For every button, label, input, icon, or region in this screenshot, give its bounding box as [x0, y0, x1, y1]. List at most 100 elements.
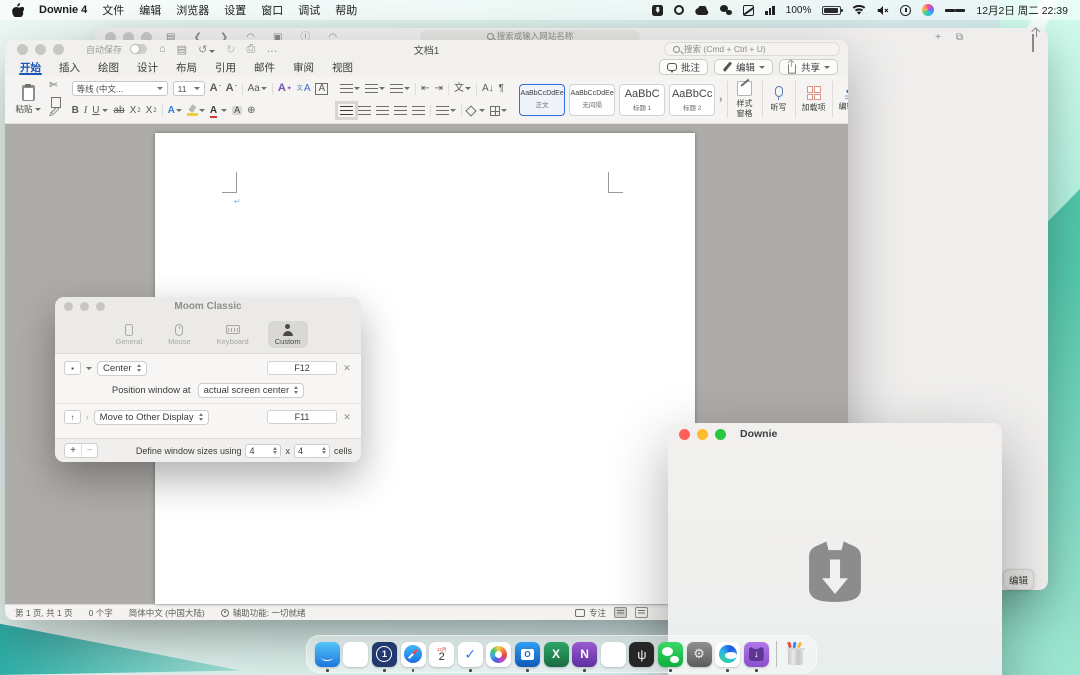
tab-review[interactable]: 审阅: [284, 58, 323, 76]
dock-outlook[interactable]: [515, 642, 540, 667]
sort-icon[interactable]: A↓: [482, 84, 494, 94]
tab-general[interactable]: General: [108, 321, 149, 348]
minimize-button[interactable]: [697, 429, 708, 440]
bold-icon[interactable]: B: [72, 106, 79, 116]
numbering-icon[interactable]: [365, 84, 385, 93]
dock-trash[interactable]: [783, 642, 808, 667]
tab-mailings[interactable]: 邮件: [245, 58, 284, 76]
time-machine-icon[interactable]: [900, 5, 911, 16]
show-marks-icon[interactable]: ¶: [499, 84, 504, 94]
tab-custom[interactable]: Custom: [268, 321, 308, 348]
apple-menu-icon[interactable]: [12, 3, 24, 17]
action-select-move-display[interactable]: Move to Other Display: [94, 410, 209, 425]
text-effects-icon[interactable]: A: [168, 106, 182, 116]
strikethrough-icon[interactable]: ab: [113, 106, 124, 116]
shortcut-field-f12[interactable]: F12: [267, 361, 337, 375]
multilevel-list-icon[interactable]: [390, 84, 410, 93]
menu-window[interactable]: 窗口: [261, 2, 283, 18]
dock-onenote[interactable]: N: [572, 642, 597, 667]
focus-mode-button[interactable]: 专注: [575, 607, 606, 619]
dock-usb-drive[interactable]: ψ: [629, 642, 654, 667]
align-left-icon[interactable]: [340, 106, 353, 115]
change-case-icon[interactable]: Aa: [248, 84, 267, 94]
menu-help[interactable]: 帮助: [335, 2, 357, 18]
clear-shortcut-icon[interactable]: ✕: [342, 412, 352, 423]
add-remove-segment[interactable]: +−: [64, 443, 98, 458]
line-spacing-icon[interactable]: [436, 106, 456, 115]
underline-icon[interactable]: U: [92, 106, 108, 116]
font-name-select[interactable]: 等线 (中文...: [72, 81, 168, 96]
remove-button[interactable]: −: [81, 444, 97, 457]
shortcut-field-f11[interactable]: F11: [267, 410, 337, 424]
wechat-status-icon[interactable]: [720, 5, 732, 15]
clear-shortcut-icon[interactable]: ✕: [342, 363, 352, 374]
language-status[interactable]: 简体中文 (中国大陆): [129, 607, 205, 619]
style-no-spacing[interactable]: AaBbCcDdEe无间隔: [569, 84, 615, 116]
command-icon-button[interactable]: ▪: [64, 361, 81, 375]
menu-edit[interactable]: 编辑: [139, 2, 161, 18]
style-pane-button[interactable]: 样式窗格: [732, 81, 758, 117]
menu-browser[interactable]: 浏览器: [176, 2, 209, 18]
disclosure-icon[interactable]: [86, 367, 92, 370]
accessibility-status[interactable]: 辅助功能: 一切就绪: [221, 607, 306, 619]
editor-button[interactable]: 编辑器: [837, 87, 849, 111]
dock-todo[interactable]: ✓: [458, 642, 483, 667]
tab-view[interactable]: 视图: [323, 58, 362, 76]
tab-insert[interactable]: 插入: [50, 58, 89, 76]
dock-photos[interactable]: [486, 642, 511, 667]
style-normal[interactable]: AaBbCcDdEe正文: [519, 84, 565, 116]
grid-cols-select[interactable]: 4: [245, 444, 281, 458]
align-center-icon[interactable]: [358, 106, 371, 115]
font-size-select[interactable]: 11: [173, 81, 205, 96]
siri-icon[interactable]: [922, 4, 934, 16]
word-search-field[interactable]: 搜索 (Cmd + Ctrl + U): [664, 42, 840, 56]
grid-rows-select[interactable]: 4: [294, 444, 330, 458]
highlight-icon[interactable]: [187, 105, 205, 116]
subscript-icon[interactable]: X2: [130, 106, 141, 116]
dock-launchpad[interactable]: [343, 642, 368, 667]
web-layout-view-button[interactable]: [635, 607, 648, 618]
print-layout-view-button[interactable]: [614, 607, 627, 618]
shrink-font-icon[interactable]: Aˇ: [226, 83, 237, 94]
menu-debug[interactable]: 调试: [298, 2, 320, 18]
notes-status-icon[interactable]: [743, 5, 754, 16]
mute-icon[interactable]: [877, 5, 889, 16]
menubar-clock[interactable]: 12月2日 周二 22:39: [976, 3, 1068, 18]
page-count[interactable]: 第 1 页, 共 1 页: [15, 607, 73, 619]
superscript-icon[interactable]: X2: [146, 106, 157, 116]
character-border-icon[interactable]: A: [315, 83, 328, 95]
decrease-indent-icon[interactable]: ⇤: [421, 84, 429, 94]
dock-system-settings[interactable]: ⚙: [687, 642, 712, 667]
bullets-icon[interactable]: [340, 84, 360, 93]
editing-mode-button[interactable]: 编辑: [714, 59, 773, 75]
share-icon[interactable]: [1032, 34, 1034, 52]
borders-icon[interactable]: [490, 106, 507, 116]
enclose-characters-icon[interactable]: ⊕: [247, 106, 255, 116]
phonetic-guide-icon[interactable]: 文A: [297, 84, 311, 94]
style-heading1[interactable]: AaBbC标题 1: [619, 84, 665, 116]
tab-mouse[interactable]: Mouse: [161, 321, 198, 348]
downie-status-icon[interactable]: [652, 5, 663, 16]
dock-excel[interactable]: X: [544, 642, 569, 667]
tab-draw[interactable]: 绘图: [89, 58, 128, 76]
wifi-icon[interactable]: [852, 5, 866, 15]
action-select-center[interactable]: Center: [97, 361, 147, 376]
dock-finder[interactable]: [315, 642, 340, 667]
dock-calendar[interactable]: 12月 2: [429, 642, 454, 667]
menu-app-name[interactable]: Downie 4: [39, 4, 87, 16]
tab-layout[interactable]: 布局: [167, 58, 206, 76]
style-heading2[interactable]: AaBbCc标题 2: [669, 84, 715, 116]
disclosure-icon[interactable]: ›: [86, 413, 89, 422]
position-select[interactable]: actual screen center: [198, 383, 305, 398]
dock-wechat[interactable]: [658, 642, 683, 667]
move-icon-button[interactable]: ↑: [64, 410, 81, 424]
shading-icon[interactable]: A: [232, 106, 242, 115]
edit-button[interactable]: 编辑: [1003, 569, 1034, 590]
share-button[interactable]: 共享: [779, 59, 838, 75]
new-tab-icon[interactable]: +: [935, 32, 941, 44]
menu-file[interactable]: 文件: [102, 2, 124, 18]
comments-button[interactable]: 批注: [659, 59, 708, 75]
tab-references[interactable]: 引用: [206, 58, 245, 76]
word-count[interactable]: 0 个字: [89, 607, 113, 619]
align-right-icon[interactable]: [376, 106, 389, 115]
